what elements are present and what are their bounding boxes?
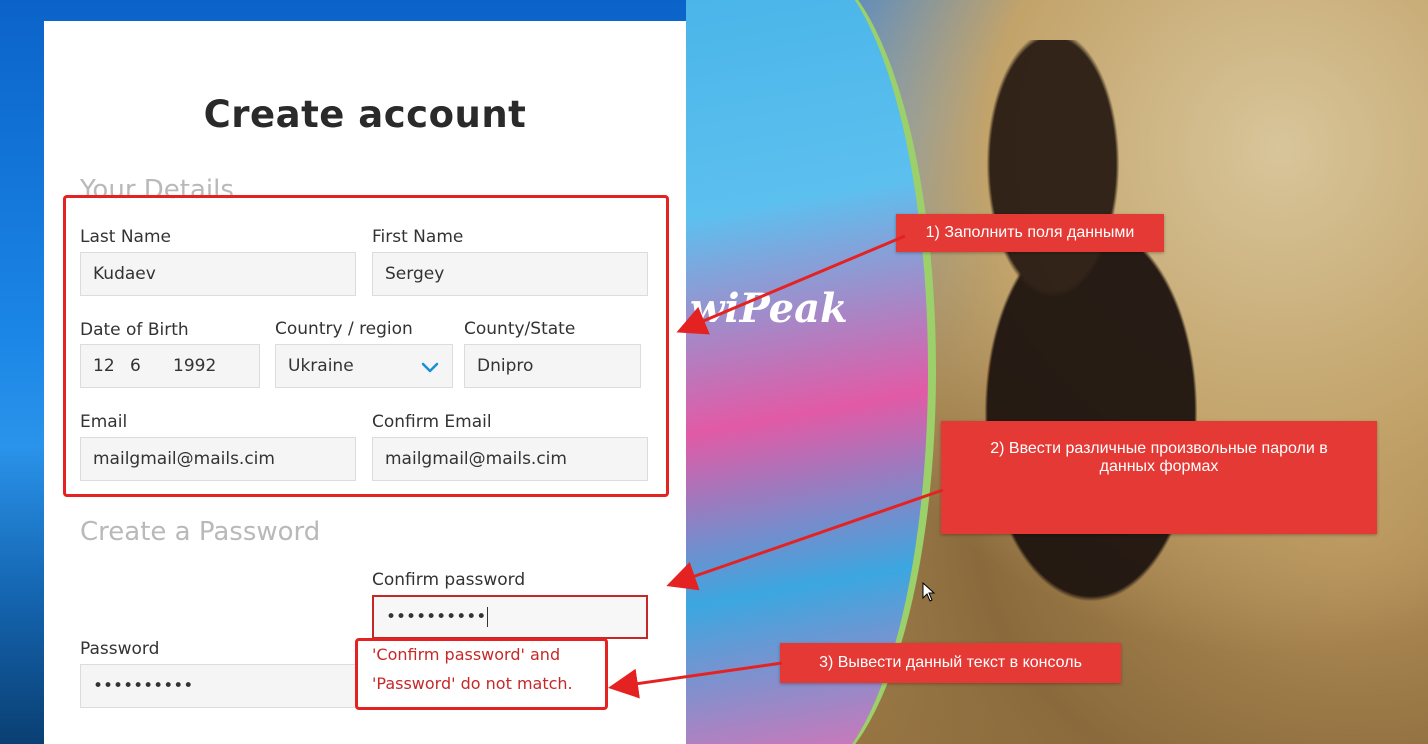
annotation-note-3: 3) Вывести данный текст в консоль	[780, 643, 1121, 683]
dog-image	[920, 40, 1300, 660]
confirm-password-value: ••••••••••	[386, 607, 487, 627]
password-input[interactable]: ••••••••••	[80, 664, 356, 708]
surfboard-logo-text: wiPeak	[690, 285, 848, 332]
mouse-pointer-icon	[922, 582, 936, 602]
annotation-note-1: 1) Заполнить поля данными	[896, 214, 1164, 252]
surfboard-image	[686, 0, 936, 744]
annotation-note-2: 2) Ввести различные произвольные пароли …	[941, 421, 1377, 534]
create-password-heading: Create a Password	[80, 517, 321, 547]
confirm-password-input[interactable]: ••••••••••	[372, 595, 648, 639]
confirm-password-label: Confirm password	[372, 570, 526, 590]
password-label: Password	[80, 639, 160, 659]
error-highlight-box	[355, 638, 608, 710]
text-caret	[487, 607, 489, 627]
page-title: Create account	[203, 93, 527, 136]
details-highlight-box	[63, 195, 669, 497]
